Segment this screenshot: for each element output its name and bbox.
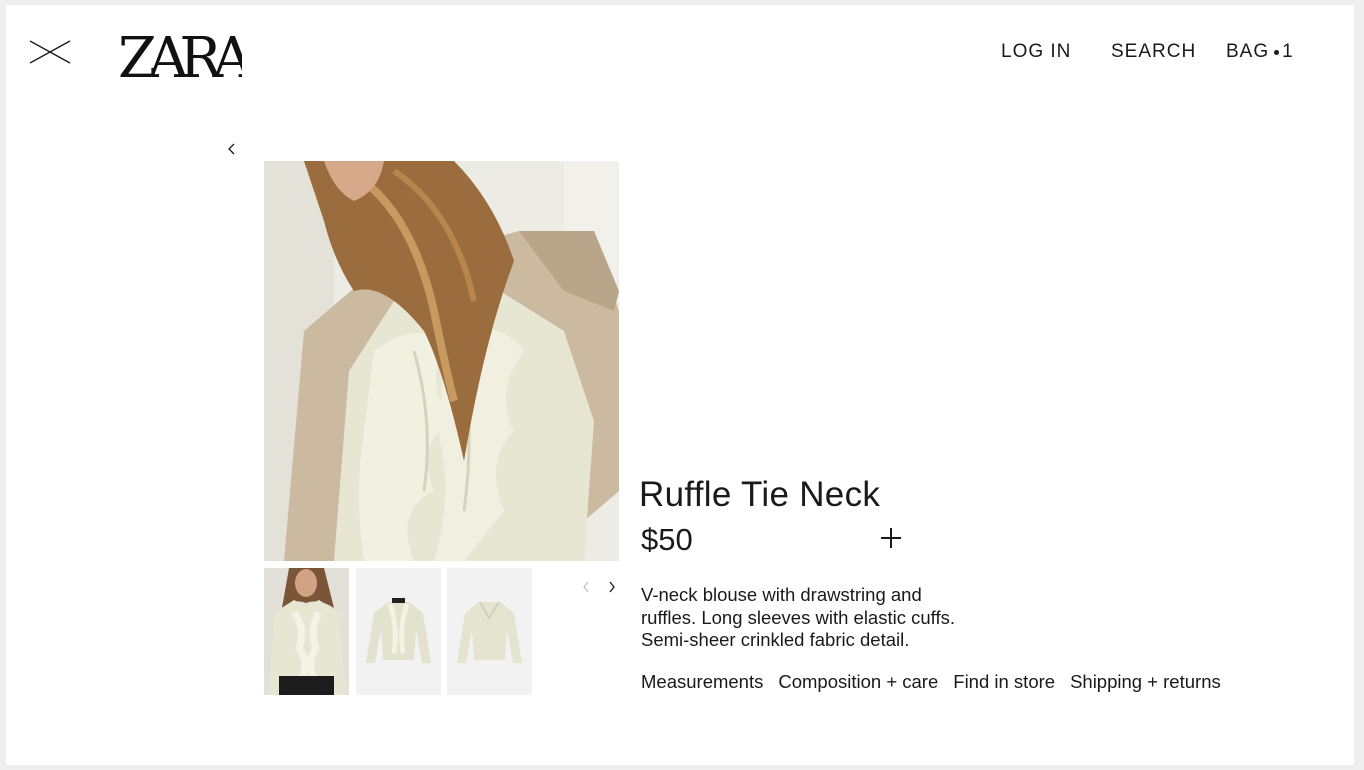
- description-line: Semi-sheer crinkled fabric detail.: [641, 629, 910, 650]
- chevron-left-icon: [583, 581, 589, 593]
- plus-icon: [881, 528, 901, 548]
- close-icon: [29, 40, 71, 64]
- chevron-right-icon: [609, 581, 615, 593]
- measurements-link[interactable]: Measurements: [641, 671, 763, 693]
- thumbnail-1[interactable]: [264, 568, 349, 695]
- bag-link[interactable]: BAG 1: [1226, 41, 1294, 63]
- svg-text:ZARA: ZARA: [120, 27, 242, 85]
- thumbnails-prev-button[interactable]: [578, 578, 594, 596]
- bag-label: BAG: [1226, 41, 1270, 62]
- back-button[interactable]: [222, 139, 240, 159]
- close-menu-button[interactable]: [28, 37, 72, 67]
- chevron-left-icon: [228, 143, 235, 155]
- login-link[interactable]: LOG IN: [1001, 41, 1071, 63]
- product-page: ZARA LOG IN SEARCH BAG 1 Ruffle Tie Neck…: [6, 5, 1354, 765]
- bag-dot: [1274, 49, 1280, 55]
- product-info-links: Measurements Composition + care Find in …: [641, 671, 1236, 693]
- product-title: Ruffle Tie Neck: [639, 475, 881, 514]
- thumbnails-next-button[interactable]: [604, 578, 620, 596]
- zara-logo[interactable]: ZARA: [120, 27, 242, 85]
- main-product-image: [264, 161, 619, 561]
- add-to-bag-button[interactable]: [878, 525, 904, 551]
- search-link[interactable]: SEARCH: [1111, 41, 1196, 63]
- thumbnail-2[interactable]: [356, 568, 441, 695]
- find-in-store-link[interactable]: Find in store: [953, 671, 1055, 693]
- description-line: ruffles. Long sleeves with elastic cuffs…: [641, 606, 955, 628]
- shipping-returns-link[interactable]: Shipping + returns: [1070, 671, 1221, 693]
- thumbnail-3[interactable]: [447, 568, 532, 695]
- composition-care-link[interactable]: Composition + care: [778, 671, 938, 693]
- product-price: $50: [641, 522, 693, 557]
- product-description: V-neck blouse with drawstring and ruffle…: [641, 584, 1021, 652]
- bag-count: 1: [1282, 41, 1294, 62]
- description-line: V-neck blouse with drawstring and: [641, 584, 922, 605]
